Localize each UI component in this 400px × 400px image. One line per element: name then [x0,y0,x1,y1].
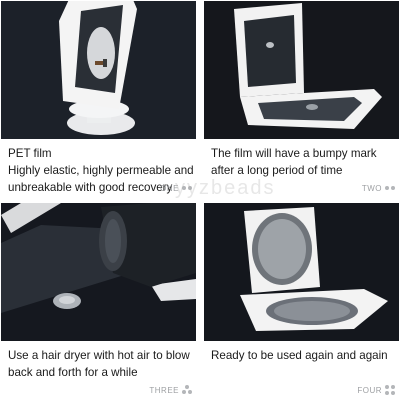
caption: Use a hair dryer with hot air to blow ba… [8,347,192,381]
photo-hair-dryer-on-film [1,203,196,341]
step-label: FOUR [357,385,382,395]
caption-line: PET film [8,147,52,160]
panel-three: Use a hair dryer with hot air to blow ba… [1,203,196,399]
photo-restored-frame [204,203,399,341]
caption: The film will have a bumpy mark after a … [211,145,395,179]
caption: Ready to be used again and again [211,347,395,364]
caption-line: Ready to be used again and again [211,349,388,362]
step-tag: FOUR [357,384,396,396]
dots-icon [181,385,193,395]
step-label: TWO [361,183,382,193]
step-tag: TWO [362,182,396,194]
dots-icon [384,385,396,395]
caption-line: The film will have a bumpy mark [211,147,377,160]
photo-open-frame [204,1,399,139]
caption-line: Highly elastic, highly permeable and [8,164,194,177]
dots-icon [384,183,396,193]
watermark: yyzbeads [175,177,276,199]
caption-line: back and forth for a while [8,366,138,379]
panel-one: PET film Highly elastic, highly permeabl… [1,1,196,197]
step-label: THREE [149,385,179,395]
panel-two: The film will have a bumpy mark after a … [204,1,399,197]
step-tag: THREE [149,384,193,396]
photo-rotated-frame-on-stand [1,1,196,139]
caption-line: Use a hair dryer with hot air to blow [8,349,190,362]
panel-four: Ready to be used again and again FOUR [204,203,399,399]
